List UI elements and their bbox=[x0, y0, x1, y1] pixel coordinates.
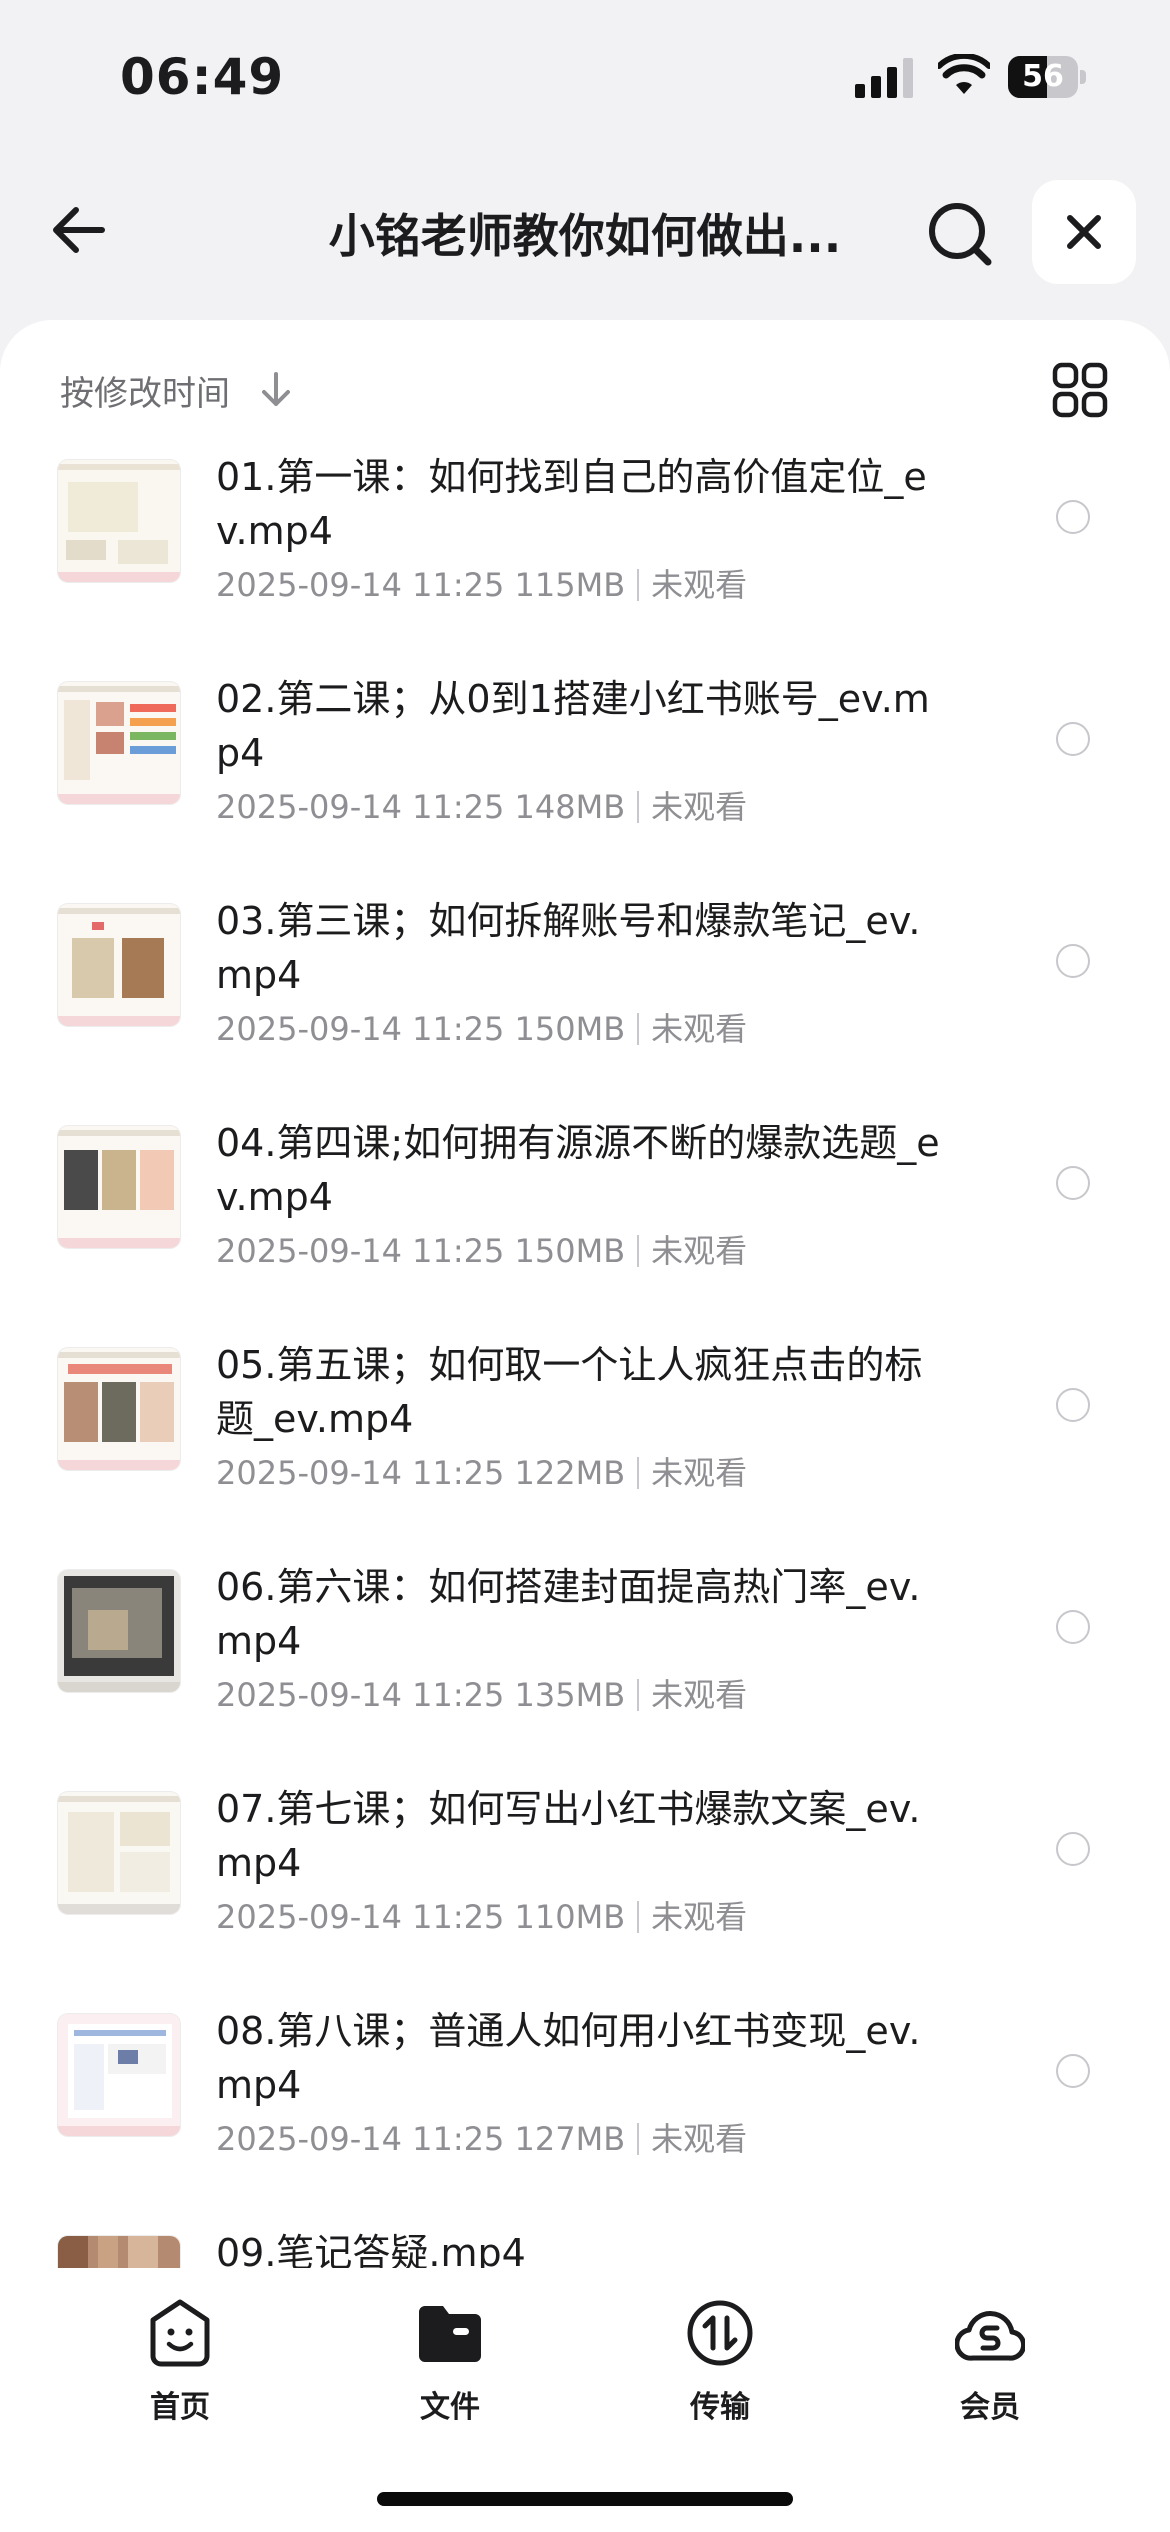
file-meta: 2025-09-14 11:25 122MB 未观看 bbox=[216, 1448, 747, 1494]
file-meta: 2025-09-14 11:25 135MB 未观看 bbox=[216, 1670, 747, 1716]
video-thumbnail bbox=[58, 1792, 180, 1914]
cellular-signal-icon bbox=[855, 58, 913, 98]
file-date: 2025-09-14 11:25 bbox=[216, 788, 505, 826]
file-meta: 2025-09-14 11:25 115MB 未观看 bbox=[216, 560, 747, 606]
cloud-s-icon bbox=[955, 2311, 1025, 2361]
file-name: 02.第二课；从0到1搭建小红书账号_ev.mp4 bbox=[216, 677, 930, 775]
file-size: 150MB bbox=[514, 1010, 626, 1048]
file-date: 2025-09-14 11:25 bbox=[216, 566, 505, 604]
battery-icon: 56 bbox=[1008, 56, 1088, 98]
wifi-icon bbox=[938, 54, 990, 94]
close-icon bbox=[1067, 215, 1101, 249]
list-item[interactable]: 07.第七课；如何写出小红书爆款文案_ev.mp4 2025-09-14 11:… bbox=[0, 1782, 1170, 2004]
select-radio[interactable] bbox=[1056, 1832, 1090, 1866]
home-indicator bbox=[377, 2492, 793, 2506]
grid-view-icon[interactable] bbox=[1050, 360, 1110, 420]
file-size: 148MB bbox=[514, 788, 626, 826]
status-time: 06:49 bbox=[120, 48, 285, 106]
list-item[interactable]: 02.第二课；从0到1搭建小红书账号_ev.mp4 2025-09-14 11:… bbox=[0, 672, 1170, 894]
list-item[interactable]: 09.笔记答疑.mp4 bbox=[0, 2226, 1170, 2270]
watch-status: 未观看 bbox=[651, 1454, 748, 1492]
list-item[interactable]: 06.第六课：如何搭建封面提高热门率_ev.mp4 2025-09-14 11:… bbox=[0, 1560, 1170, 1782]
watch-status: 未观看 bbox=[651, 566, 748, 604]
file-date: 2025-09-14 11:25 bbox=[216, 1232, 505, 1270]
search-icon[interactable] bbox=[918, 192, 1002, 276]
list-item[interactable]: 03.第三课；如何拆解账号和爆款笔记_ev.mp4 2025-09-14 11:… bbox=[0, 894, 1170, 1116]
sort-bar: 按修改时间 bbox=[0, 320, 1170, 470]
arrow-left-icon[interactable] bbox=[40, 190, 120, 270]
nav-member-label: 会员 bbox=[960, 2390, 1020, 2425]
file-name: 08.第八课；普通人如何用小红书变现_ev.mp4 bbox=[216, 2009, 921, 2107]
status-bar: 06:49 56 bbox=[0, 0, 1170, 150]
file-date: 2025-09-14 11:25 bbox=[216, 1676, 505, 1714]
list-item[interactable]: 08.第八课；普通人如何用小红书变现_ev.mp4 2025-09-14 11:… bbox=[0, 2004, 1170, 2226]
file-browser: 按修改时间 01.第一课：如何找到自己的高价值定位_ev.mp4 2025-09… bbox=[0, 320, 1170, 2270]
video-thumbnail bbox=[58, 1348, 180, 1470]
video-thumbnail bbox=[58, 1126, 180, 1248]
file-name: 04.第四课;如何拥有源源不断的爆款选题_ev.mp4 bbox=[216, 1121, 940, 1219]
file-meta: 2025-09-14 11:25 110MB 未观看 bbox=[216, 1892, 747, 1938]
select-radio[interactable] bbox=[1056, 722, 1090, 756]
file-size: 115MB bbox=[514, 566, 626, 604]
select-radio[interactable] bbox=[1056, 944, 1090, 978]
select-radio[interactable] bbox=[1056, 1610, 1090, 1644]
nav-home-label: 首页 bbox=[150, 2390, 210, 2425]
list-item[interactable]: 04.第四课;如何拥有源源不断的爆款选题_ev.mp4 2025-09-14 1… bbox=[0, 1116, 1170, 1338]
folder-icon bbox=[419, 2306, 481, 2362]
arrow-down-icon[interactable] bbox=[258, 370, 294, 410]
file-date: 2025-09-14 11:25 bbox=[216, 1454, 505, 1492]
file-size: 110MB bbox=[514, 1898, 626, 1936]
nav-member[interactable]: 会员 bbox=[910, 2288, 1070, 2428]
watch-status: 未观看 bbox=[651, 2120, 748, 2158]
file-size: 127MB bbox=[514, 2120, 626, 2158]
file-meta: 2025-09-14 11:25 148MB 未观看 bbox=[216, 782, 747, 828]
file-meta: 2025-09-14 11:25 150MB 未观看 bbox=[216, 1226, 747, 1272]
watch-status: 未观看 bbox=[651, 1898, 748, 1936]
watch-status: 未观看 bbox=[651, 1232, 748, 1270]
file-meta: 2025-09-14 11:25 150MB 未观看 bbox=[216, 1004, 747, 1050]
file-name: 06.第六课：如何搭建封面提高热门率_ev.mp4 bbox=[216, 1565, 921, 1663]
smiley-icon bbox=[150, 2299, 210, 2367]
watch-status: 未观看 bbox=[651, 1676, 748, 1714]
file-date: 2025-09-14 11:25 bbox=[216, 1898, 505, 1936]
nav-home[interactable]: 首页 bbox=[100, 2288, 260, 2428]
file-date: 2025-09-14 11:25 bbox=[216, 1010, 505, 1048]
file-size: 135MB bbox=[514, 1676, 626, 1714]
transfer-icon bbox=[687, 2300, 753, 2366]
watch-status: 未观看 bbox=[651, 788, 748, 826]
video-thumbnail bbox=[58, 460, 180, 582]
select-radio[interactable] bbox=[1056, 2054, 1090, 2088]
select-radio[interactable] bbox=[1056, 1388, 1090, 1422]
select-radio[interactable] bbox=[1056, 500, 1090, 534]
watch-status: 未观看 bbox=[651, 1010, 748, 1048]
file-name: 07.第七课；如何写出小红书爆款文案_ev.mp4 bbox=[216, 1787, 921, 1885]
select-radio[interactable] bbox=[1056, 1166, 1090, 1200]
file-name: 03.第三课；如何拆解账号和爆款笔记_ev.mp4 bbox=[216, 899, 921, 997]
video-thumbnail bbox=[58, 682, 180, 804]
nav-transfer[interactable]: 传输 bbox=[640, 2288, 800, 2428]
close-button[interactable] bbox=[1032, 180, 1136, 284]
video-thumbnail bbox=[58, 2236, 180, 2270]
nav-transfer-label: 传输 bbox=[690, 2390, 750, 2425]
file-size: 122MB bbox=[514, 1454, 626, 1492]
sort-button[interactable]: 按修改时间 bbox=[60, 366, 230, 415]
header: 小铭老师教你如何做出... bbox=[0, 170, 1170, 290]
file-date: 2025-09-14 11:25 bbox=[216, 2120, 505, 2158]
video-thumbnail bbox=[58, 1570, 180, 1692]
file-meta: 2025-09-14 11:25 127MB 未观看 bbox=[216, 2114, 747, 2160]
video-thumbnail bbox=[58, 904, 180, 1026]
nav-files[interactable]: 文件 bbox=[370, 2288, 530, 2428]
battery-percent: 56 bbox=[1022, 59, 1064, 94]
list-item[interactable]: 05.第五课；如何取一个让人疯狂点击的标题_ev.mp4 2025-09-14 … bbox=[0, 1338, 1170, 1560]
page-title: 小铭老师教你如何做出... bbox=[328, 209, 842, 263]
video-thumbnail bbox=[58, 2014, 180, 2136]
nav-files-label: 文件 bbox=[420, 2390, 480, 2425]
file-name: 05.第五课；如何取一个让人疯狂点击的标题_ev.mp4 bbox=[216, 1343, 923, 1441]
file-name: 01.第一课：如何找到自己的高价值定位_ev.mp4 bbox=[216, 455, 927, 553]
file-size: 150MB bbox=[514, 1232, 626, 1270]
file-name: 09.笔记答疑.mp4 bbox=[216, 2231, 526, 2270]
list-item[interactable]: 01.第一课：如何找到自己的高价值定位_ev.mp4 2025-09-14 11… bbox=[0, 450, 1170, 672]
